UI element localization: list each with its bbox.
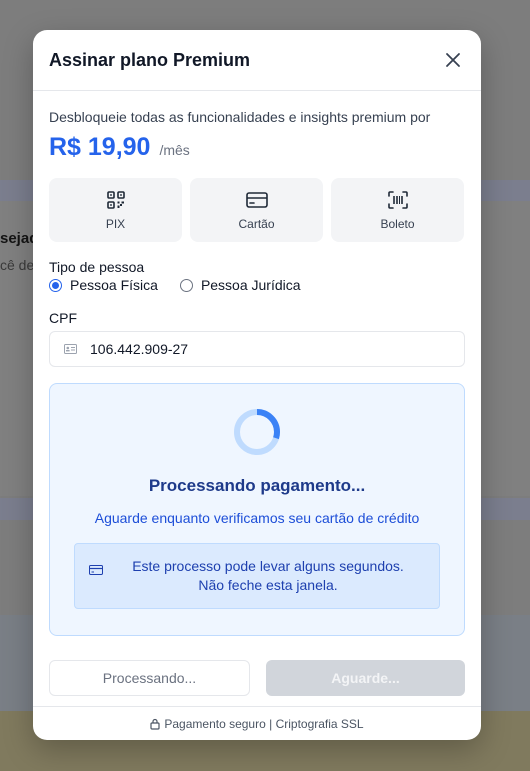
modal-footer: Pagamento seguro | Criptografia SSL (33, 706, 481, 740)
barcode-icon (387, 191, 408, 209)
modal-actions: Processando... Aguarde... (49, 660, 465, 696)
id-card-icon (64, 344, 77, 354)
qr-code-icon (106, 191, 125, 209)
price-value: R$ 19,90 (49, 133, 151, 161)
person-type-label: Tipo de pessoa (49, 259, 145, 275)
radio-label: Pessoa Física (70, 277, 158, 293)
credit-card-icon (89, 565, 103, 575)
close-icon (446, 53, 460, 67)
payment-method-boleto[interactable]: Boleto (331, 178, 464, 242)
price-row: R$ 19,90 /mês (49, 133, 465, 162)
radio-button-checked[interactable] (49, 278, 62, 292)
security-footer-text: Pagamento seguro | Criptografia SSL (164, 716, 364, 731)
background-text: cê de (0, 257, 35, 273)
modal-body: Desbloqueie todas as funcionalidades e i… (33, 109, 481, 696)
cpf-label: CPF (49, 310, 77, 326)
payment-method-label: Cartão (238, 217, 275, 231)
subscribe-modal: Assinar plano Premium Desbloqueie todas … (33, 30, 481, 740)
processing-button[interactable]: Processando... (49, 660, 250, 696)
radio-pessoa-fisica[interactable]: Pessoa Física (49, 277, 158, 293)
lock-icon (150, 718, 160, 730)
processing-subtitle: Aguarde enquanto verificamos seu cartão … (94, 510, 420, 526)
notice-line-2: Não feche esta janela. (198, 577, 338, 593)
credit-card-icon (245, 192, 268, 208)
payment-method-label: PIX (105, 217, 126, 231)
processing-title: Processando pagamento... (148, 476, 366, 495)
payment-method-card[interactable]: Cartão (190, 178, 323, 242)
modal-header: Assinar plano Premium (33, 30, 481, 91)
cpf-field[interactable]: 106.442.909-27 (49, 331, 465, 367)
close-button[interactable] (441, 48, 465, 72)
processing-panel: Processando pagamento... Aguarde enquant… (49, 383, 465, 636)
radio-button[interactable] (179, 278, 193, 292)
payment-method-pix[interactable]: PIX (49, 178, 182, 242)
unlock-description: Desbloqueie todas as funcionalidades e i… (49, 109, 431, 125)
radio-label: Pessoa Jurídica (200, 277, 301, 293)
person-type-group: Pessoa Física Pessoa Jurídica (49, 277, 465, 293)
modal-title: Assinar plano Premium (49, 49, 251, 70)
loading-spinner-icon (234, 409, 280, 455)
notice-line-1: Este processo pode levar alguns segundos… (132, 558, 404, 574)
processing-notice: Este processo pode levar alguns segundos… (74, 543, 440, 609)
payment-method-label: Boleto (380, 217, 415, 231)
radio-pessoa-juridica[interactable]: Pessoa Jurídica (179, 277, 301, 293)
cpf-input-value: 106.442.909-27 (90, 341, 189, 357)
wait-button[interactable]: Aguarde... (266, 660, 465, 696)
payment-methods: PIX Cartão Boleto (49, 178, 465, 242)
price-period: /mês (159, 142, 190, 158)
